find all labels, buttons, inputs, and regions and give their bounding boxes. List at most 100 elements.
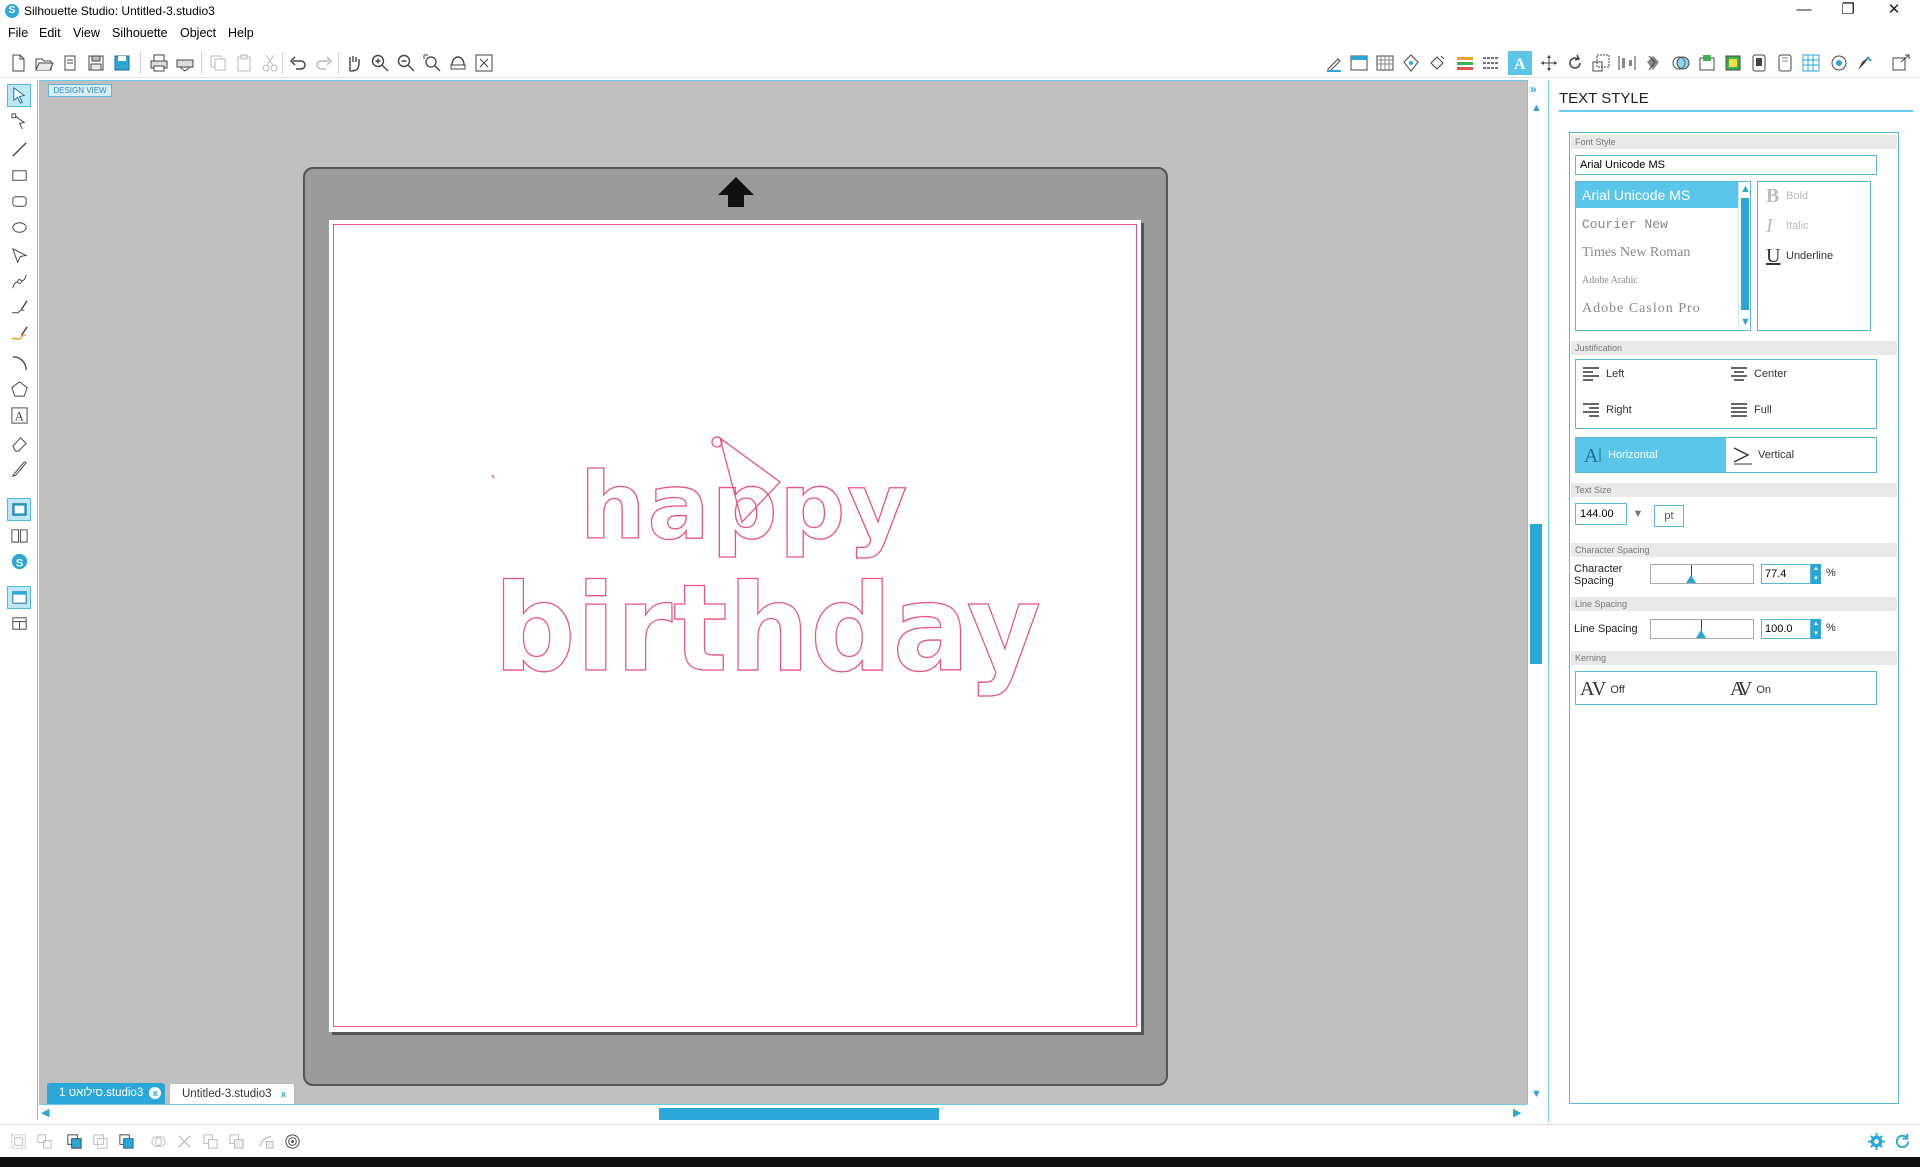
menu-help[interactable]: Help <box>228 26 254 40</box>
send-cut-icon[interactable] <box>1889 51 1913 75</box>
zoom-box-icon[interactable] <box>420 51 444 75</box>
new-document-icon[interactable] <box>6 51 30 75</box>
font-option-adobe-caslon[interactable]: Adobe Caslon Pro <box>1576 296 1738 322</box>
single-view-icon[interactable] <box>7 586 31 609</box>
send-icon[interactable] <box>1853 51 1877 75</box>
text-size-input[interactable]: 144.00 <box>1575 503 1627 525</box>
horizontal-orientation-button[interactable]: A Horizontal <box>1576 438 1726 472</box>
font-search-input[interactable]: Arial Unicode MS <box>1575 155 1877 175</box>
scroll-down-icon[interactable]: ▼ <box>1531 1088 1542 1100</box>
char-spacing-slider[interactable] <box>1650 564 1754 584</box>
print-icon[interactable] <box>147 51 171 75</box>
store-view-icon[interactable]: S <box>7 550 31 573</box>
tab-document-1[interactable]: 1 סילואט.studio3 x <box>47 1083 166 1104</box>
italic-option[interactable]: I Italic <box>1766 214 1809 238</box>
font-scroll-up-icon[interactable]: ▲ <box>1740 183 1750 195</box>
menu-object[interactable]: Object <box>180 26 216 40</box>
select-tool-icon[interactable] <box>7 84 31 107</box>
scroll-right-icon[interactable]: ▶ <box>1513 1107 1521 1119</box>
image-effects-icon[interactable] <box>1773 51 1797 75</box>
font-option-arial-unicode[interactable]: Arial Unicode MS <box>1576 182 1738 208</box>
ellipse-tool-icon[interactable] <box>7 216 31 239</box>
kerning-on-button[interactable]: AV On <box>1730 678 1771 701</box>
print-cut-icon[interactable] <box>173 51 197 75</box>
delete-icon[interactable] <box>172 1129 196 1153</box>
line-spacing-input[interactable]: 100.0 <box>1761 619 1811 639</box>
page-setup-icon[interactable] <box>1322 51 1346 75</box>
vertical-orientation-button[interactable]: Vertical <box>1726 438 1876 472</box>
fill-color-icon[interactable] <box>1425 51 1449 75</box>
fit-to-page-icon[interactable] <box>472 51 496 75</box>
font-list[interactable]: Arial Unicode MS Courier New Times New R… <box>1575 181 1751 331</box>
text-tool-icon[interactable]: A <box>7 404 31 427</box>
trace-icon[interactable] <box>1721 51 1745 75</box>
justify-full-button[interactable]: Full <box>1730 402 1772 418</box>
text-style-icon[interactable]: A <box>1508 51 1532 75</box>
offset-quick-icon[interactable] <box>280 1129 304 1153</box>
group-icon[interactable] <box>6 1129 30 1153</box>
rectangle-tool-icon[interactable] <box>7 164 31 187</box>
eraser-tool-icon[interactable] <box>7 432 31 455</box>
close-tab-icon[interactable]: x <box>278 1088 290 1100</box>
scroll-up-icon[interactable]: ▲ <box>1531 102 1542 114</box>
collapse-panel-icon[interactable]: » <box>1530 82 1537 96</box>
menu-file[interactable]: File <box>8 26 28 40</box>
fill-pattern-icon[interactable] <box>254 1129 278 1153</box>
align-icon[interactable] <box>1615 51 1639 75</box>
drag-zoom-icon[interactable] <box>446 51 470 75</box>
close-button[interactable]: ✕ <box>1874 0 1914 22</box>
release-compound-icon[interactable] <box>88 1129 112 1153</box>
menu-edit[interactable]: Edit <box>39 26 61 40</box>
cut-icon[interactable] <box>258 51 282 75</box>
close-tab-icon[interactable]: x <box>149 1087 162 1099</box>
justify-center-button[interactable]: Center <box>1730 366 1787 382</box>
line-spacing-slider-handle[interactable] <box>1696 630 1706 638</box>
arc-tool-icon[interactable] <box>7 352 31 375</box>
weld-icon[interactable] <box>146 1129 170 1153</box>
duplicate-icon[interactable] <box>198 1129 222 1153</box>
horizontal-scrollbar[interactable]: ◀ ▶ <box>39 1104 1527 1120</box>
tab-untitled-3[interactable]: Untitled-3.studio3 x <box>169 1083 295 1104</box>
horizontal-scroll-thumb[interactable] <box>659 1108 939 1120</box>
line-spacing-stepper[interactable]: ▲ ▼ <box>1811 619 1821 639</box>
zoom-in-icon[interactable] <box>368 51 392 75</box>
line-color-icon[interactable] <box>1453 51 1477 75</box>
menu-silhouette[interactable]: Silhouette <box>112 26 168 40</box>
smooth-freehand-icon[interactable] <box>7 322 31 345</box>
bold-option[interactable]: B Bold <box>1766 184 1808 208</box>
save-to-library-icon[interactable] <box>110 51 134 75</box>
grid-layout-icon[interactable] <box>1799 51 1823 75</box>
zoom-out-icon[interactable] <box>394 51 418 75</box>
font-list-scrollbar[interactable]: ▲ ▼ <box>1738 182 1750 330</box>
restore-button[interactable]: ❐ <box>1828 0 1868 22</box>
bring-to-front-icon[interactable] <box>114 1129 138 1153</box>
font-option-courier-new[interactable]: Courier New <box>1576 212 1738 238</box>
line-style-icon[interactable] <box>1479 51 1503 75</box>
pan-icon[interactable] <box>342 51 366 75</box>
save-icon[interactable] <box>84 51 108 75</box>
menu-view[interactable]: View <box>73 26 100 40</box>
scale-icon[interactable] <box>1589 51 1613 75</box>
char-spacing-slider-handle[interactable] <box>1686 575 1696 583</box>
birthday-design[interactable]: happy birthday <box>480 420 1060 720</box>
point-edit-icon[interactable] <box>7 110 31 133</box>
char-spacing-stepper[interactable]: ▲ ▼ <box>1811 564 1821 584</box>
font-option-times-new-roman[interactable]: Times New Roman <box>1576 240 1738 266</box>
split-view-icon[interactable] <box>7 612 31 635</box>
store-icon[interactable] <box>1399 51 1423 75</box>
transform-icon[interactable] <box>1537 51 1561 75</box>
minimize-button[interactable]: — <box>1784 0 1824 22</box>
scroll-left-icon[interactable]: ◀ <box>41 1107 49 1119</box>
library-view-icon[interactable] <box>7 524 31 547</box>
offset-icon[interactable] <box>1695 51 1719 75</box>
modify-icon[interactable] <box>1669 51 1693 75</box>
rotate-icon[interactable] <box>1563 51 1587 75</box>
design-view-icon[interactable] <box>7 498 31 521</box>
pixscan-icon[interactable] <box>1747 51 1771 75</box>
kerning-off-button[interactable]: AV Off <box>1580 678 1625 701</box>
paste-icon[interactable] <box>232 51 256 75</box>
text-size-dropdown-icon[interactable]: ▼ <box>1628 503 1648 525</box>
ungroup-icon[interactable] <box>32 1129 56 1153</box>
rounded-rectangle-icon[interactable] <box>7 190 31 213</box>
refresh-icon[interactable] <box>1890 1129 1914 1153</box>
